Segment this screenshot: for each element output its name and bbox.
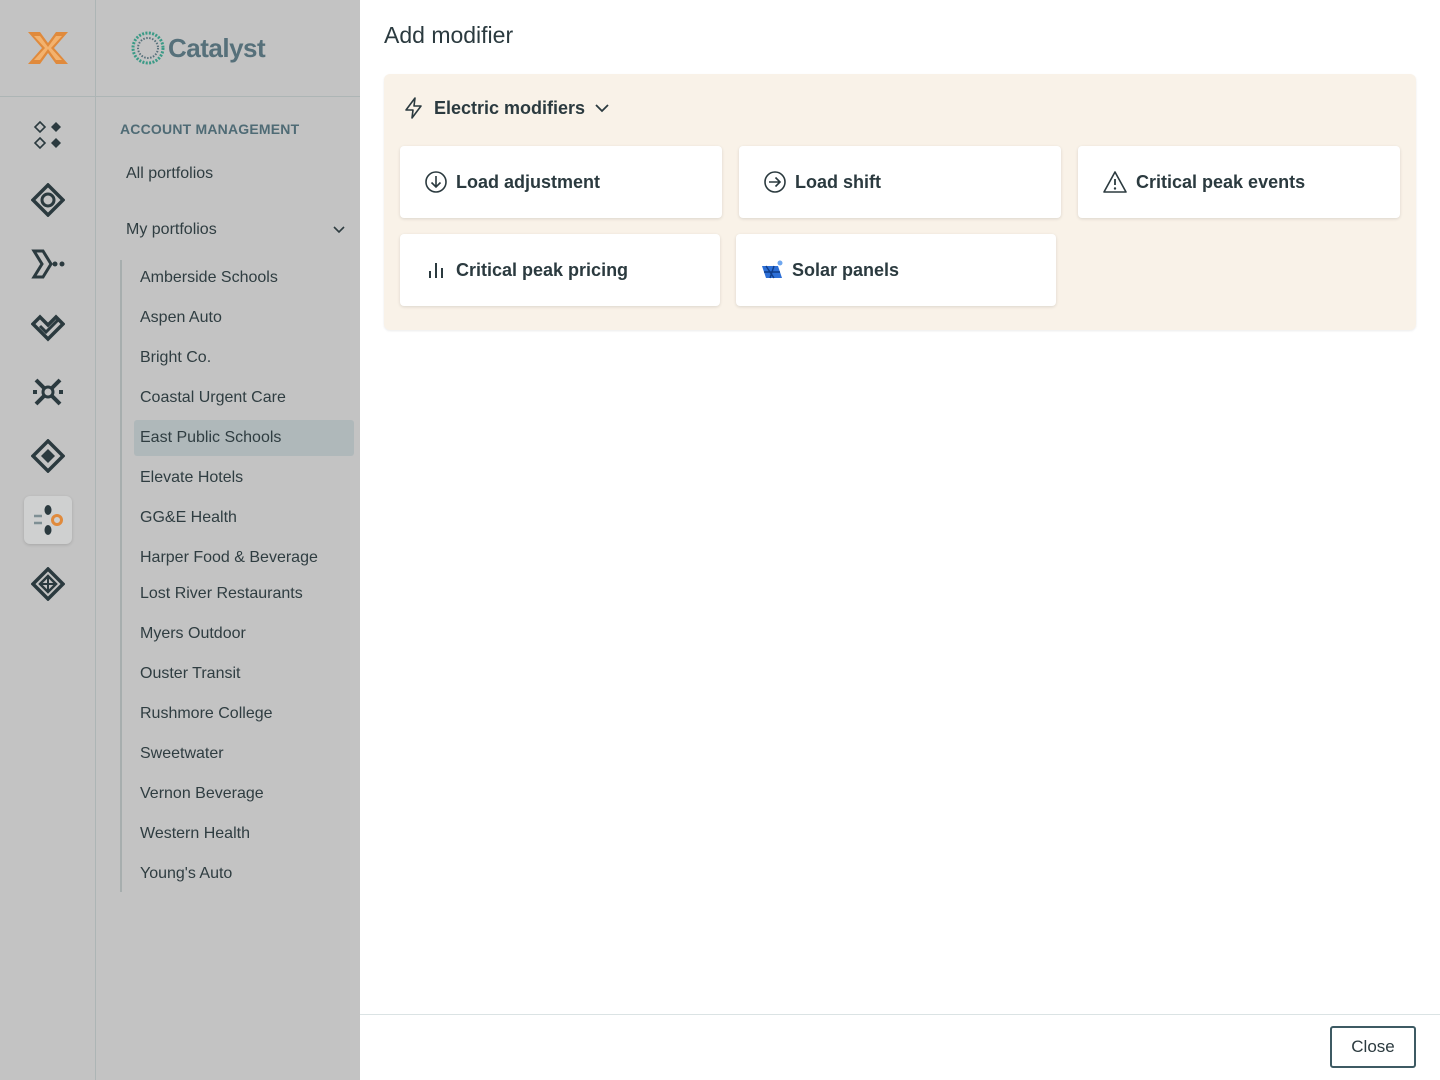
sidebar: Catalyst ACCOUNT MANAGEMENT All portfoli… (96, 0, 360, 1080)
electric-modifiers-group: Electric modifiers Load adjustment Load … (384, 74, 1416, 330)
modifier-load-shift[interactable]: Load shift (739, 146, 1061, 218)
close-button[interactable]: Close (1330, 1026, 1416, 1068)
rail-flow-arrow[interactable] (24, 240, 72, 288)
rail-target-network[interactable] (24, 176, 72, 224)
portfolio-item[interactable]: Ouster Transit (134, 656, 354, 692)
rail-grid-diamond[interactable] (24, 560, 72, 608)
lightning-icon (405, 97, 422, 119)
add-modifier-panel: Add modifier Electric modifiers Load adj… (360, 0, 1440, 1080)
nav-my-portfolios[interactable]: My portfolios (126, 221, 346, 239)
target-network-icon (31, 183, 65, 217)
rail-check-diamond[interactable] (24, 304, 72, 352)
diamond-loop-icon (31, 439, 65, 473)
catalyst-logo-icon (131, 31, 165, 65)
portfolio-item[interactable]: Aspen Auto (134, 300, 354, 336)
flow-arrow-icon (31, 249, 65, 279)
portfolio-item-selected[interactable]: East Public Schools (134, 420, 354, 456)
portfolio-item[interactable]: GG&E Health (134, 500, 354, 536)
arrow-right-circle-icon (764, 171, 786, 193)
check-diamond-icon (31, 314, 65, 342)
portfolio-tree: Amberside Schools Aspen Auto Bright Co. … (120, 260, 354, 892)
rail-portfolio-diamonds[interactable] (24, 112, 72, 160)
group-label: Electric modifiers (434, 97, 586, 118)
app-logo[interactable] (0, 0, 95, 97)
brand-name: Catalyst (168, 32, 266, 63)
warning-triangle-icon (1103, 171, 1127, 193)
icon-rail (0, 0, 96, 1080)
portfolio-item[interactable]: Harper Food & Beverage (134, 540, 354, 576)
portfolio-item[interactable]: Sweetwater (134, 736, 354, 772)
rail-scatter-x[interactable] (24, 368, 72, 416)
chevron-down-icon (595, 104, 609, 113)
portfolio-item[interactable]: Myers Outdoor (134, 616, 354, 652)
page-title: Add modifier (384, 22, 514, 48)
modifier-solar-panels[interactable]: Solar panels (736, 234, 1056, 306)
scatter-x-icon (33, 378, 63, 406)
nav-my-portfolios-label: My portfolios (126, 221, 217, 238)
modifier-label: Solar panels (792, 259, 900, 280)
portfolio-item[interactable]: Lost River Restaurants (134, 576, 354, 612)
modifier-label: Critical peak events (1136, 171, 1306, 192)
modifier-icon (34, 505, 63, 535)
modifier-label: Load shift (795, 171, 881, 192)
portfolio-item[interactable]: Vernon Beverage (134, 776, 354, 812)
portfolio-item[interactable]: Coastal Urgent Care (134, 380, 354, 416)
bar-chart-icon (429, 263, 443, 278)
modifier-label: Critical peak pricing (456, 259, 629, 280)
x-logo-icon (27, 32, 68, 64)
modifier-load-adjustment[interactable]: Load adjustment (400, 146, 722, 218)
modifier-label: Load adjustment (456, 171, 601, 192)
brand[interactable]: Catalyst (130, 30, 266, 66)
sidebar-header: Catalyst (96, 0, 360, 97)
rail-diamond-loop[interactable] (24, 432, 72, 480)
portfolio-item[interactable]: Amberside Schools (134, 260, 354, 296)
solar-panel-icon (762, 260, 783, 279)
nav-all-portfolios[interactable]: All portfolios (126, 165, 213, 183)
group-toggle[interactable]: Electric modifiers (402, 96, 611, 120)
grid-diamond-icon (31, 567, 65, 601)
rail-modifiers[interactable] (24, 496, 72, 544)
portfolio-diamonds-icon (33, 120, 61, 150)
portfolio-item[interactable]: Elevate Hotels (134, 460, 354, 496)
modifier-critical-peak-events[interactable]: Critical peak events (1078, 146, 1400, 218)
portfolio-item[interactable]: Bright Co. (134, 340, 354, 376)
portfolio-item[interactable]: Western Health (134, 816, 354, 852)
portfolio-item[interactable]: Young's Auto (134, 856, 354, 892)
section-title: ACCOUNT MANAGEMENT (120, 121, 300, 137)
chevron-down-icon (333, 226, 345, 234)
footer: Close (360, 1014, 1440, 1080)
portfolio-item[interactable]: Rushmore College (134, 696, 354, 732)
modifier-critical-peak-pricing[interactable]: Critical peak pricing (400, 234, 720, 306)
arrow-down-circle-icon (425, 171, 447, 193)
